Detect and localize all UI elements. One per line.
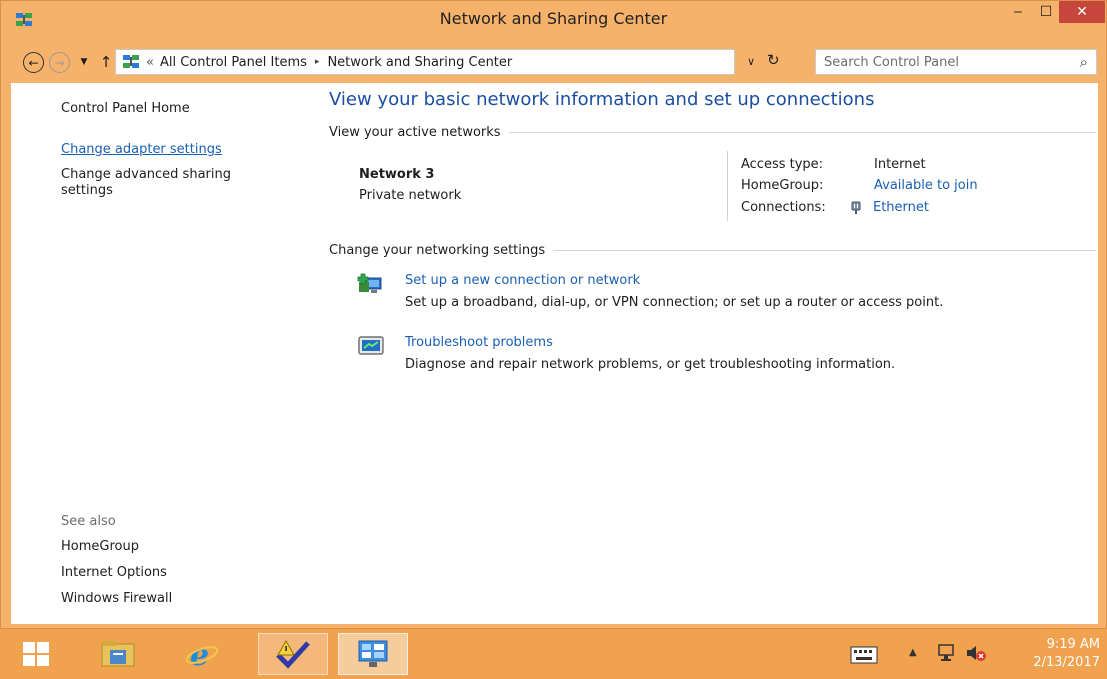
title-bar[interactable]: Network and Sharing Center ‒ ☐ ✕ — [1, 1, 1106, 39]
maximize-button[interactable]: ☐ — [1031, 1, 1061, 23]
recent-locations-button[interactable]: ▼ — [73, 51, 95, 73]
forward-button[interactable]: → — [49, 52, 70, 73]
access-type-label: Access type: — [741, 157, 824, 172]
troubleshoot-link[interactable]: Troubleshoot problems — [405, 335, 553, 350]
homegroup-label: HomeGroup: — [741, 178, 824, 193]
window-title: Network and Sharing Center — [439, 9, 668, 28]
page-title: View your basic network information and … — [329, 89, 875, 110]
troubleshoot-icon — [358, 336, 384, 355]
network-center-icon — [123, 55, 139, 68]
clock-time: 9:19 AM — [1046, 637, 1100, 652]
action-center-taskbar-button[interactable] — [258, 633, 328, 675]
windows-logo-icon — [23, 642, 49, 666]
troubleshoot-description: Diagnose and repair network problems, or… — [405, 357, 896, 372]
connections-label: Connections: — [741, 200, 826, 215]
breadcrumb-separator-icon[interactable]: ▸ — [315, 57, 320, 67]
folder-icon — [101, 641, 135, 667]
main-panel: View your basic network information and … — [329, 83, 1098, 624]
section-title: Change your networking settings — [329, 243, 546, 258]
action-center-icon — [276, 639, 310, 669]
ethernet-label[interactable]: Ethernet — [873, 200, 929, 215]
setup-new-connection-link[interactable]: Set up a new connection or network — [405, 273, 640, 288]
file-explorer-taskbar-button[interactable] — [88, 633, 148, 675]
content-pane: Control Panel Home Change adapter settin… — [11, 83, 1098, 624]
address-dropdown-button[interactable]: ∨ — [747, 55, 755, 68]
see-also-heading: See also — [61, 514, 116, 529]
access-type-value: Internet — [874, 157, 926, 172]
active-networks-header: View your active networks — [329, 125, 1096, 140]
volume-muted-icon[interactable] — [965, 643, 987, 663]
sidebar: Control Panel Home Change adapter settin… — [11, 83, 311, 624]
internet-explorer-taskbar-button[interactable]: e — [172, 633, 232, 675]
divider — [508, 132, 1096, 133]
new-connection-icon — [357, 273, 382, 293]
search-placeholder: Search Control Panel — [824, 54, 959, 70]
svg-text:e: e — [190, 638, 209, 672]
close-button[interactable]: ✕ — [1059, 1, 1105, 23]
divider — [727, 151, 728, 221]
navigation-bar: ← → ▼ ↑ « All Control Panel Items ▸ Netw… — [9, 47, 1099, 77]
breadcrumb-item[interactable]: Network and Sharing Center — [327, 55, 512, 70]
control-panel-taskbar-button[interactable] — [338, 633, 408, 675]
search-icon[interactable]: ⌕ — [1080, 53, 1088, 71]
divider — [553, 250, 1096, 251]
setup-new-connection-description: Set up a broadband, dial-up, or VPN conn… — [405, 295, 944, 310]
ethernet-link[interactable]: Ethernet — [849, 200, 929, 215]
control-panel-home-link[interactable]: Control Panel Home — [61, 101, 190, 116]
section-title: View your active networks — [329, 125, 501, 140]
change-settings-header: Change your networking settings — [329, 243, 1096, 258]
touch-keyboard-icon[interactable] — [850, 646, 878, 664]
breadcrumb-overflow-icon[interactable]: « — [146, 55, 154, 70]
breadcrumb-item[interactable]: All Control Panel Items — [160, 55, 307, 70]
internet-options-link[interactable]: Internet Options — [61, 565, 167, 580]
back-button[interactable]: ← — [23, 52, 44, 73]
network-tray-icon[interactable] — [936, 643, 956, 663]
change-adapter-settings-link[interactable]: Change adapter settings — [61, 142, 222, 157]
network-type[interactable]: Private network — [359, 188, 461, 203]
start-button[interactable] — [8, 633, 64, 675]
homegroup-join-link[interactable]: Available to join — [874, 178, 978, 193]
search-input[interactable]: Search Control Panel ⌕ — [815, 49, 1097, 75]
clock-date: 2/13/2017 — [1033, 655, 1100, 670]
refresh-button[interactable]: ↻ — [767, 51, 780, 69]
up-button[interactable]: ↑ — [95, 51, 117, 73]
control-panel-icon — [358, 640, 388, 667]
window: Network and Sharing Center ‒ ☐ ✕ ← → ▼ ↑… — [0, 0, 1107, 629]
homegroup-link[interactable]: HomeGroup — [61, 539, 139, 554]
network-name: Network 3 — [359, 167, 435, 182]
change-advanced-sharing-link[interactable]: Change advanced sharing settings — [61, 167, 281, 199]
ethernet-icon — [851, 201, 861, 214]
clock[interactable]: 9:19 AM 2/13/2017 — [1020, 636, 1100, 672]
address-bar[interactable]: « All Control Panel Items ▸ Network and … — [115, 49, 735, 75]
windows-firewall-link[interactable]: Windows Firewall — [61, 591, 172, 606]
taskbar: e ▲ 9:19 AM 2/13/2017 — [0, 629, 1107, 679]
minimize-button[interactable]: ‒ — [1003, 1, 1033, 23]
internet-explorer-icon: e — [185, 638, 219, 672]
show-hidden-icons-button[interactable]: ▲ — [909, 647, 917, 658]
